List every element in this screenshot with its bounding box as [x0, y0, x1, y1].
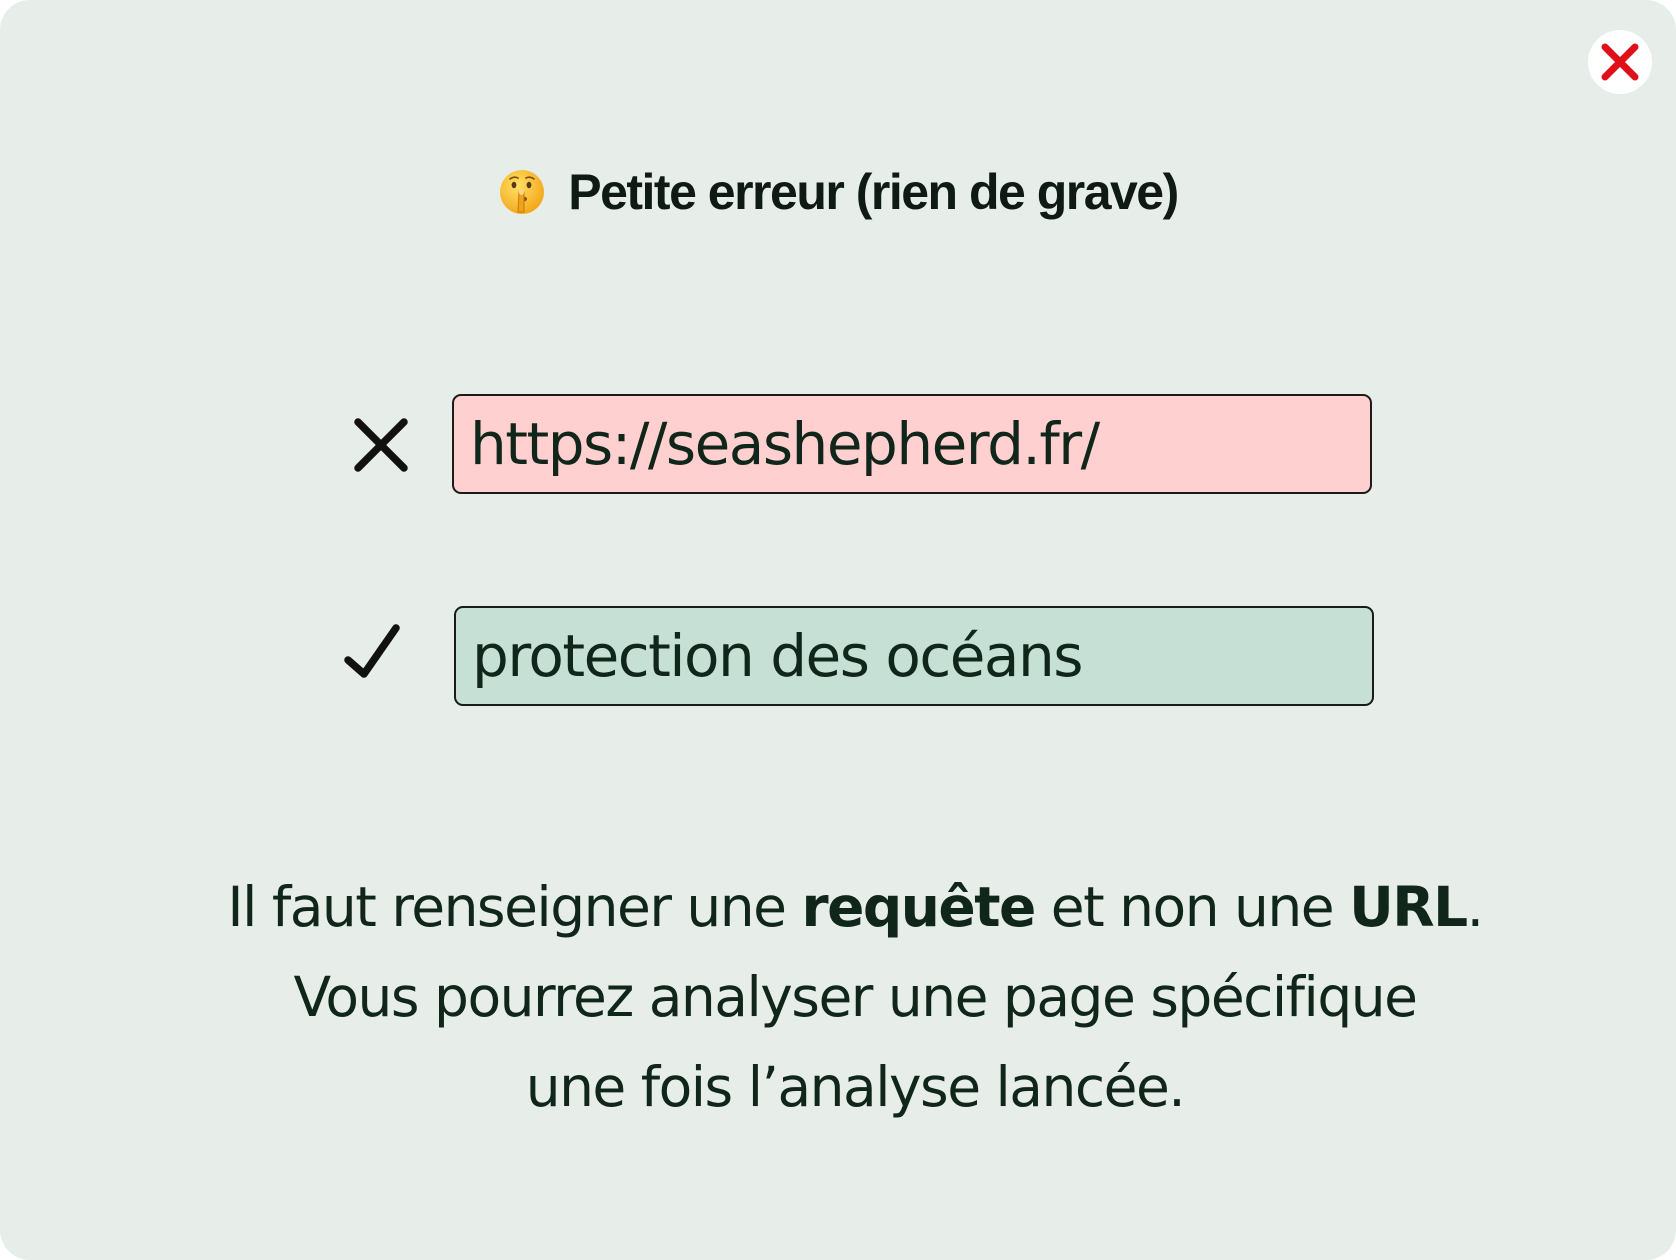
- check-icon: [344, 624, 400, 678]
- close-icon[interactable]: [1600, 42, 1640, 82]
- explanation-line-1: Il faut renseigner une requête et non un…: [100, 862, 1610, 952]
- explanation-text-segment: .: [1466, 875, 1484, 939]
- dialog-title: Petite erreur (rien de grave): [568, 164, 1179, 220]
- shushing-face-icon: [500, 170, 545, 214]
- close-button[interactable]: [1588, 30, 1652, 94]
- explanation-text: Il faut renseigner une requête et non un…: [100, 862, 1610, 1132]
- dialog-header: Petite erreur (rien de grave): [0, 155, 1676, 229]
- wrong-example-field: https://seashepherd.fr/: [452, 394, 1372, 494]
- keyword-url: URL: [1349, 875, 1468, 939]
- explanation-text-segment: et non une: [1034, 875, 1350, 939]
- explanation-text-segment: Il faut renseigner une: [227, 875, 802, 939]
- wrong-example-value: https://seashepherd.fr/: [470, 410, 1100, 478]
- keyword-query: requête: [801, 875, 1036, 939]
- cross-icon: [354, 418, 408, 472]
- right-example-field: protection des océans: [454, 606, 1374, 706]
- explanation-line-3: une fois l’analyse lancée.: [525, 1055, 1186, 1119]
- right-example-value: protection des océans: [472, 622, 1083, 690]
- explanation-line-2: Vous pourrez analyser une page spécifiqu…: [293, 965, 1418, 1029]
- error-dialog: Petite erreur (rien de grave) https://se…: [0, 0, 1676, 1260]
